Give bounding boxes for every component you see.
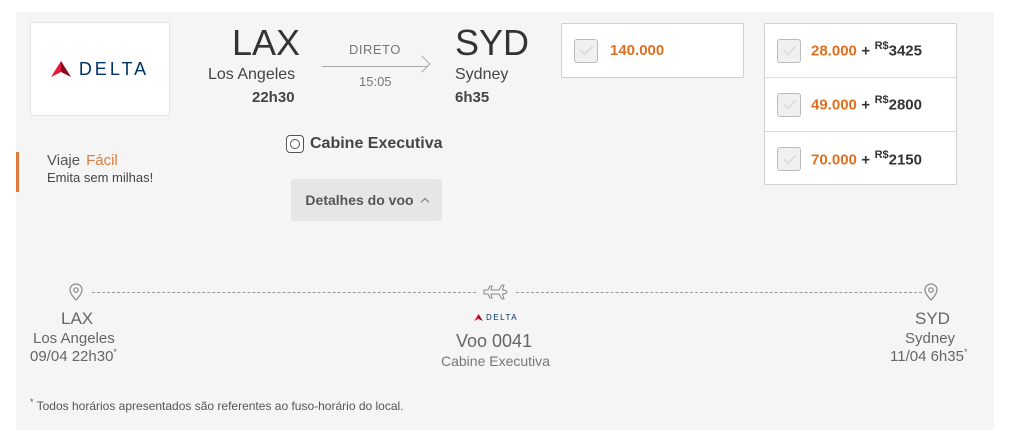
flight-details-button[interactable]: Detalhes do voo: [291, 179, 442, 221]
combo-miles: 28.000: [811, 42, 857, 60]
promo-title-highlight: Fácil: [86, 152, 118, 169]
combo-currency: R$: [874, 94, 889, 107]
location-pin-icon: [924, 283, 938, 301]
cabin-label: Cabine Executiva: [310, 135, 443, 152]
combo-money: 3425: [888, 42, 922, 60]
timeline-dashed-line: [92, 292, 476, 293]
checkbox-icon[interactable]: [574, 38, 598, 63]
route-line: [322, 66, 428, 67]
combo-currency: R$: [874, 148, 889, 161]
destination-city: Sydney: [455, 66, 509, 83]
checkbox-icon[interactable]: [777, 38, 801, 63]
airline-logo: DELTA: [30, 22, 170, 116]
timeline-dashed-line: [516, 292, 922, 293]
combo-option-3[interactable]: 70.000 + R$2150: [765, 132, 956, 186]
segment-destination-city: Sydney: [905, 330, 956, 347]
checkbox-icon[interactable]: [777, 147, 801, 171]
airline-name: DELTA: [78, 58, 150, 79]
combo-plus: +: [861, 96, 871, 114]
segment-origin-datetime: 09/04 22h30*: [30, 347, 117, 365]
chevron-up-icon: [420, 197, 429, 207]
segment-airline-name: DELTA: [486, 313, 519, 322]
checkbox-icon[interactable]: [777, 92, 801, 117]
cabin-class: Cabine Executiva: [286, 135, 443, 153]
route-type: DIRETO: [349, 42, 401, 57]
combo-plus: +: [861, 42, 871, 60]
cabin-seat-icon: [286, 135, 304, 153]
timezone-mark: *: [113, 347, 117, 357]
timezone-footnote: * Todos horários apresentados são refere…: [30, 397, 404, 413]
miles-price-option[interactable]: 140.000: [561, 23, 744, 78]
origin-code: LAX: [232, 22, 301, 63]
promo-title: Viaje Fácil: [47, 152, 153, 169]
combo-option-1[interactable]: 28.000 + R$3425: [765, 24, 956, 78]
combo-miles: 70.000: [811, 151, 857, 169]
footnote-text: Todos horários apresentados são referent…: [33, 399, 404, 413]
combo-option-2[interactable]: 49.000 + R$2800: [765, 78, 956, 132]
combo-plus: +: [861, 151, 871, 169]
promo-title-prefix: Viaje: [47, 152, 81, 169]
combo-money: 2150: [888, 151, 922, 169]
airplane-icon: [483, 284, 508, 300]
segment-origin-datetime-text: 09/04 22h30: [30, 348, 114, 365]
segment-destination-code: SYD: [915, 309, 950, 328]
flight-number: Voo 0041: [456, 331, 533, 351]
miles-money-options: 28.000 + R$3425 49.000 + R$2800 70.000 +…: [764, 23, 957, 185]
combo-miles: 49.000: [811, 96, 857, 114]
timezone-mark: *: [963, 347, 968, 357]
flight-duration: 15:05: [359, 74, 392, 89]
delta-logo-icon: [50, 61, 71, 77]
delta-logo-icon: [474, 314, 483, 321]
origin-time: 22h30: [252, 89, 295, 106]
promo-subtitle: Emita sem milhas!: [47, 170, 154, 185]
origin-city: Los Angeles: [208, 66, 296, 83]
combo-currency: R$: [874, 40, 889, 53]
segment-origin-code: LAX: [61, 309, 94, 328]
segment-origin-city: Los Angeles: [33, 330, 115, 347]
destination-code: SYD: [455, 22, 530, 63]
viaje-facil-promo[interactable]: Viaje Fácil Emita sem milhas!: [16, 152, 153, 192]
segment-airline-logo: DELTA: [474, 313, 518, 322]
miles-price: 140.000: [610, 42, 665, 59]
destination-time: 6h35: [455, 89, 490, 106]
combo-money: 2800: [888, 96, 922, 114]
segment-destination-datetime-text: 11/04 6h35: [890, 348, 964, 365]
location-pin-icon: [69, 283, 83, 301]
segment-cabin: Cabine Executiva: [441, 353, 550, 369]
flight-details-label: Detalhes do voo: [305, 192, 414, 208]
segment-destination-datetime: 11/04 6h35*: [890, 347, 967, 365]
